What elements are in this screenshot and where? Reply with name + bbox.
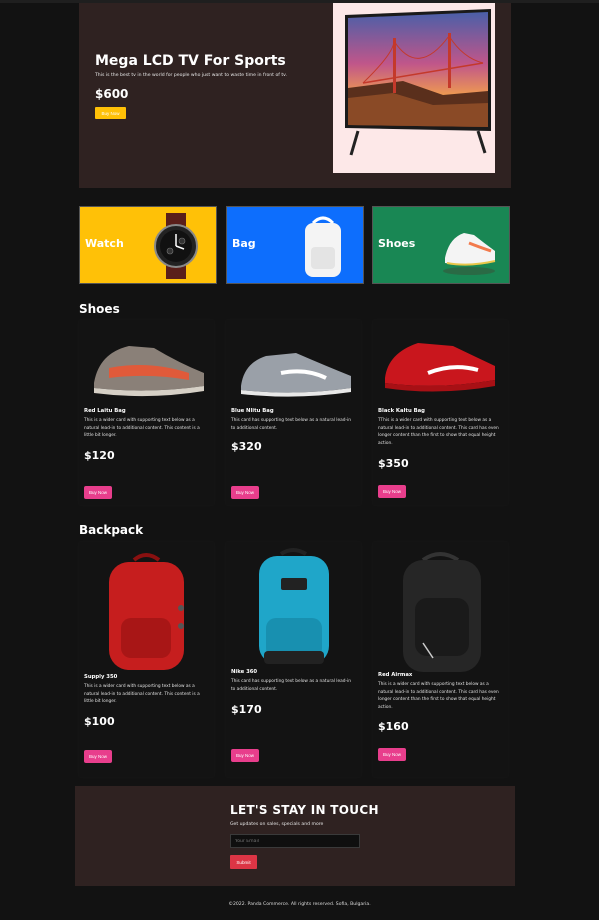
product-name: Nike 360 [231,669,258,675]
product-description: This card has supporting text below as a… [231,679,351,692]
product-description: TThis is a wider card with supporting te… [378,418,499,446]
sneaker-icon [79,328,214,403]
product-price: $320 [231,440,262,453]
buy-now-button[interactable]: Buy Now [378,485,406,498]
category-watch[interactable]: Watch [79,206,217,284]
backpack-icon [373,548,508,674]
product-name: Red Airmax [378,672,413,678]
copyright-text: ©2022. Panda Commerce. All rights reserv… [228,902,371,907]
email-field[interactable] [230,834,360,848]
backpack-icon [79,548,214,674]
category-shoes-label: Shoes [378,237,416,250]
product-price: $170 [231,703,262,716]
buy-now-button[interactable]: Buy Now [84,750,112,763]
buy-now-button[interactable]: Buy Now [378,748,406,761]
category-bag[interactable]: Bag [226,206,364,284]
product-card: Red Airmax This is a wider card with sup… [373,542,508,777]
backpack-icon [293,213,353,279]
product-description: This is a wider card with supporting tex… [84,684,200,705]
product-name: Red Laitu Bag [84,408,126,414]
product-price: $350 [378,457,409,470]
product-card: Red Laitu Bag This is a wider card with … [79,320,214,505]
buy-now-button[interactable]: Buy Now [231,749,259,762]
hero-banner: Mega LCD TV For Sports This is the best … [79,3,511,188]
product-card: Blue Nlitu Bag This card has supporting … [226,320,361,505]
sneaker-icon [439,213,499,279]
hero-price: $600 [95,87,129,101]
tv-icon [333,3,495,173]
product-description: This is a wider card with supporting tex… [378,682,499,710]
product-price: $160 [378,720,409,733]
product-card: Supply 350 This is a wider card with sup… [79,542,214,777]
shoes-section-title: Shoes [79,302,120,316]
product-price: $120 [84,449,115,462]
product-description: This is a wider card with supporting tex… [84,418,200,439]
category-shoes[interactable]: Shoes [372,206,510,284]
newsletter-section: LET'S STAY IN TOUCH Get updates on sales… [75,786,515,886]
hero-title: Mega LCD TV For Sports [95,53,286,69]
newsletter-subtitle: Get updates on sales, specials and more [230,822,324,827]
watch-icon [146,213,206,279]
buy-now-button[interactable]: Buy Now [231,486,259,499]
sneaker-icon [226,328,361,403]
backpack-section-title: Backpack [79,523,144,537]
product-name: Black Kaltu Bag [378,408,425,414]
buy-now-button[interactable]: Buy Now [84,486,112,499]
category-watch-label: Watch [85,237,124,250]
hero-buy-now-button[interactable]: Buy Now [95,107,126,119]
product-card: Nike 360 This card has supporting text b… [226,542,361,777]
product-name: Blue Nlitu Bag [231,408,274,414]
backpack-icon [226,546,361,668]
category-bag-label: Bag [232,237,256,250]
sneaker-icon [373,328,508,403]
newsletter-title: LET'S STAY IN TOUCH [230,803,379,817]
product-name: Supply 350 [84,674,118,680]
product-price: $100 [84,715,115,728]
hero-description: This is the best tv in the world for peo… [95,73,287,78]
submit-button[interactable]: Submit [230,855,257,869]
product-description: This card has supporting text below as a… [231,418,351,431]
product-card: Black Kaltu Bag TThis is a wider card wi… [373,320,508,505]
